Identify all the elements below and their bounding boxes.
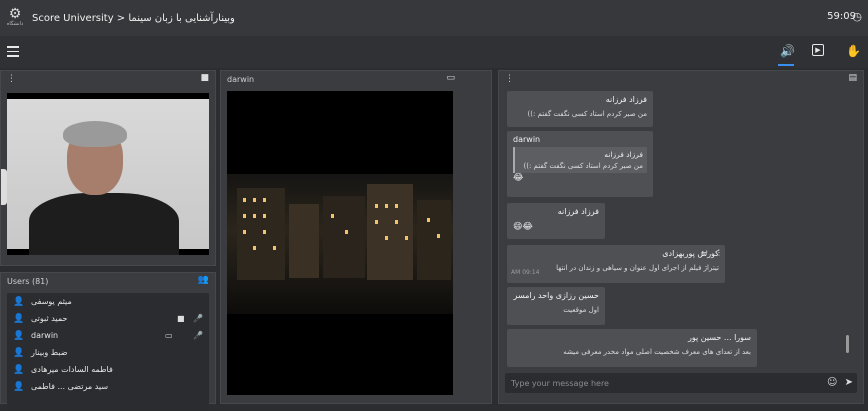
message-author: فرزاد فرزانه: [557, 207, 599, 216]
user-icon: 👤: [13, 381, 25, 392]
logo-text: دانشگاه: [6, 21, 24, 27]
shared-video[interactable]: [227, 91, 453, 395]
chat-panel-header: ⋮ ▤: [499, 71, 863, 87]
list-item[interactable]: 👤 حمید ثبوتی ■ 🎤: [7, 310, 209, 327]
chat-message-input[interactable]: [505, 373, 815, 393]
video-panel-header: darwin ▭: [221, 71, 461, 87]
collapse-handle[interactable]: [1, 169, 7, 205]
chat-message[interactable]: فرزاد فرزانه 😄😂: [507, 203, 605, 239]
user-name: میثم یوسفی: [31, 297, 72, 306]
top-bar: ⚙ دانشگاه Score University > وبینارآشنای…: [0, 0, 868, 36]
university-logo: ⚙ دانشگاه: [6, 7, 24, 29]
users-group-icon[interactable]: 👥: [198, 275, 209, 285]
chat-message[interactable]: سورا ... حسین پور بعد از تعدای های معرف …: [507, 329, 757, 367]
chat-message[interactable]: فرزاد فرزانه من صبر کردم استاد کسی نگفت …: [507, 91, 653, 127]
message-options-icon[interactable]: ⋮: [715, 248, 723, 257]
page-title: Score University > وبینارآشنایی با زبان …: [32, 12, 235, 24]
webcam-video[interactable]: [7, 93, 209, 255]
mic-icon: 🎤: [193, 314, 203, 323]
raise-hand-icon[interactable]: ✋: [846, 44, 861, 58]
user-name: سید مرتضی ... فاطمی: [31, 382, 109, 391]
list-item[interactable]: 👤 darwin ▭ 🎤: [7, 327, 209, 344]
message-author: کورش پوربهزادی: [662, 249, 719, 258]
users-list: 👤 میثم یوسفی 👤 حمید ثبوتی ■ 🎤 👤 darwin ▭…: [7, 293, 209, 411]
screen-icon[interactable]: ▭: [446, 73, 455, 83]
quoted-author: فرزاد فرزانه: [604, 150, 643, 159]
message-author: حسین رزازی واحد رامسر: [513, 291, 599, 300]
camera-icon: ■: [177, 314, 185, 323]
options-icon[interactable]: ⋮: [7, 74, 16, 84]
message-author: فرزاد فرزانه: [605, 95, 647, 104]
camera-icon[interactable]: ■: [200, 73, 209, 83]
chat-icon[interactable]: ▤: [848, 73, 857, 83]
user-icon: 👤: [13, 313, 25, 324]
chat-messages: فرزاد فرزانه من صبر کردم استاد کسی نگفت …: [505, 89, 851, 369]
chat-input-bar: ☺ ➤: [505, 373, 857, 393]
users-panel: Users (81) 👥 👤 میثم یوسفی 👤 حمید ثبوتی ■…: [0, 272, 216, 411]
message-emoji: 😂: [513, 173, 524, 183]
clock-icon: ◷: [852, 10, 862, 23]
message-text: بعد از تعدای های معرف شخصیت اصلی مواد مخ…: [563, 348, 751, 356]
user-name: حمید ثبوتی: [31, 314, 68, 323]
users-panel-header: Users (81) 👥: [1, 273, 215, 289]
emoji-send-icons: ☺ ➤: [827, 377, 853, 388]
chat-message[interactable]: کورش پوربهزادی تیتراژ فیلم از اجرای اول …: [507, 245, 725, 283]
message-text: من صبر کردم استاد کسی نگفت گفتم :)): [527, 110, 648, 118]
message-timestamp: AM 09:14: [511, 269, 540, 276]
list-item[interactable]: 👤 سید مرتضی ... فاطمی: [7, 378, 209, 395]
chat-panel: ⋮ ▤ فرزاد فرزانه من صبر کردم استاد کسی ن…: [498, 70, 864, 404]
list-item[interactable]: 👤 میثم یوسفی: [7, 293, 209, 310]
user-name: darwin: [31, 331, 59, 340]
quoted-message: فرزاد فرزانه من صبر کردم استاد کسی نگفت …: [513, 147, 647, 173]
toolbar: 🔊 ▶ ✋: [0, 36, 868, 68]
presenter-name: darwin: [227, 74, 255, 84]
active-tab-indicator: [778, 64, 794, 66]
message-text: اول موقعیت: [563, 306, 599, 314]
mic-icon: 🎤: [193, 331, 203, 340]
user-icon: 👤: [13, 364, 25, 375]
message-text: تیتراژ فیلم از اجرای اول عنوان و سیاهی و…: [556, 264, 719, 272]
quoted-text: من صبر کردم استاد کسی نگفت گفتم :)): [523, 162, 644, 170]
chat-scrollbar[interactable]: [846, 335, 849, 353]
speaker-icon[interactable]: 🔊: [780, 44, 795, 58]
emoji-icon[interactable]: ☺: [827, 377, 837, 388]
options-icon[interactable]: ⋮: [505, 74, 514, 84]
chat-message[interactable]: حسین رزازی واحد رامسر اول موقعیت: [507, 287, 605, 325]
video-frame: [227, 174, 453, 314]
user-icon: 👤: [13, 330, 25, 341]
user-name: ضبط وبینار: [31, 348, 68, 357]
users-count-label: Users (81): [7, 276, 49, 286]
video-panel: darwin ▭: [220, 70, 492, 404]
reply-icon[interactable]: ↩: [701, 248, 708, 257]
user-name: فاطمه السادات میرهادی: [31, 365, 113, 374]
webcam-panel-header: ⋮ ■: [1, 71, 215, 87]
user-icon: 👤: [13, 347, 25, 358]
list-item[interactable]: 👤 فاطمه السادات میرهادی: [7, 361, 209, 378]
message-author: سورا ... حسین پور: [688, 333, 751, 342]
chat-message[interactable]: darwin فرزاد فرزانه من صبر کردم استاد کس…: [507, 131, 653, 197]
screen-share-icon: ▭: [165, 331, 173, 340]
send-icon[interactable]: ➤: [845, 377, 853, 388]
webcam-panel: ⋮ ■: [0, 70, 216, 266]
message-author: darwin: [513, 135, 541, 144]
user-icon: 👤: [13, 296, 25, 307]
list-item[interactable]: 👤 ضبط وبینار: [7, 344, 209, 361]
menu-icon[interactable]: [7, 46, 19, 60]
message-emoji: 😄😂: [513, 222, 533, 232]
logo-emblem-icon: ⚙: [8, 6, 22, 22]
play-icon[interactable]: ▶: [812, 44, 824, 56]
